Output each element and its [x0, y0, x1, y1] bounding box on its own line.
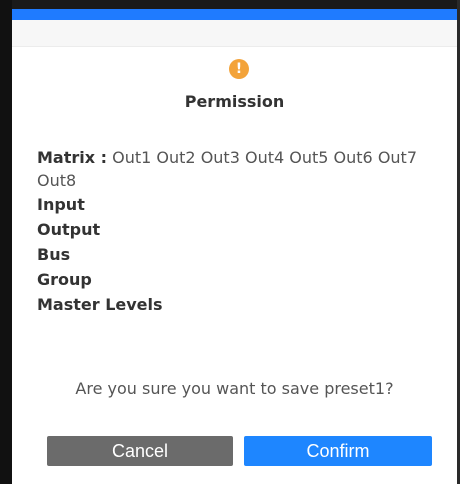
permission-output: Output [37, 220, 101, 239]
confirmation-question: Are you sure you want to save preset1? [75, 379, 394, 398]
matrix-label: Matrix : [37, 148, 108, 167]
permission-bus: Bus [37, 245, 71, 264]
warning-icon: ! [229, 59, 249, 79]
window-left-border [0, 0, 12, 484]
confirm-button[interactable]: Confirm [244, 436, 432, 466]
matrix-output: Out4 [244, 148, 285, 167]
matrix-permission: Matrix : Out1 Out2 Out3 Out4 Out5 Out6 O… [37, 146, 447, 192]
window-top-bar [12, 0, 457, 9]
matrix-output: Out7 [377, 148, 417, 167]
matrix-output: Out8 [37, 171, 77, 190]
permission-list: Matrix : Out1 Out2 Out3 Out4 Out5 Out6 O… [37, 146, 447, 317]
matrix-output: Out3 [200, 148, 240, 167]
permission-group: Group [37, 270, 92, 289]
dialog-window: ! Permission Matrix : Out1 Out2 Out3 Out… [0, 0, 460, 484]
accent-bar [12, 9, 457, 20]
dialog-title: Permission [184, 92, 285, 111]
matrix-output: Out5 [289, 148, 329, 167]
permission-master-levels: Master Levels [37, 295, 163, 314]
cancel-button[interactable]: Cancel [47, 436, 233, 466]
matrix-output: Out1 [112, 148, 152, 167]
matrix-output: Out6 [333, 148, 373, 167]
permission-input: Input [37, 195, 85, 214]
dialog-header [12, 20, 457, 47]
matrix-output: Out2 [156, 148, 196, 167]
